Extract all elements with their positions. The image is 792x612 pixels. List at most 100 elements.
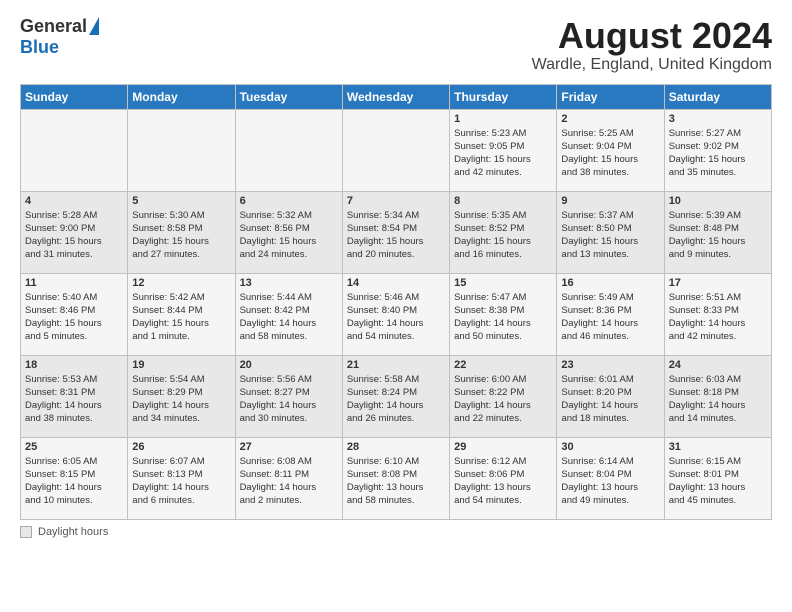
calendar-cell: 16 Sunrise: 5:49 AM Sunset: 8:36 PM Dayli… [557, 273, 664, 355]
calendar-cell: 2 Sunrise: 5:25 AM Sunset: 9:04 PM Daylig… [557, 109, 664, 191]
calendar-cell: 14 Sunrise: 5:46 AM Sunset: 8:40 PM Dayli… [342, 273, 449, 355]
day-number: 27 [240, 441, 338, 453]
calendar-cell: 24 Sunrise: 6:03 AM Sunset: 8:18 PM Dayli… [664, 355, 771, 437]
day-info: Sunrise: 6:07 AM Sunset: 8:13 PM Dayligh… [132, 455, 230, 508]
day-info: Sunrise: 5:53 AM Sunset: 8:31 PM Dayligh… [25, 373, 123, 426]
calendar-cell: 26Sunrise: 6:07 AM Sunset: 8:13 PM Dayli… [128, 437, 235, 519]
calendar-cell: 4Sunrise: 5:28 AM Sunset: 9:00 PM Daylig… [21, 191, 128, 273]
calendar-cell [342, 109, 449, 191]
day-info: Sunrise: 5:25 AM Sunset: 9:04 PM Dayligh… [561, 127, 659, 180]
day-number: 24 [669, 359, 767, 371]
day-info: Sunrise: 6:14 AM Sunset: 8:04 PM Dayligh… [561, 455, 659, 508]
day-info: Sunrise: 5:49 AM Sunset: 8:36 PM Dayligh… [561, 291, 659, 344]
day-number: 19 [132, 359, 230, 371]
day-info: Sunrise: 5:37 AM Sunset: 8:50 PM Dayligh… [561, 209, 659, 262]
calendar-day-header: Saturday [664, 84, 771, 109]
calendar-cell [235, 109, 342, 191]
header: General Blue August 2024 Wardle, England… [20, 16, 772, 74]
day-info: Sunrise: 6:12 AM Sunset: 8:06 PM Dayligh… [454, 455, 552, 508]
calendar-day-header: Monday [128, 84, 235, 109]
calendar-cell: 8 Sunrise: 5:35 AM Sunset: 8:52 PM Daylig… [450, 191, 557, 273]
day-number: 14 [347, 277, 445, 289]
daylight-legend-square [20, 526, 32, 538]
calendar-cell: 27 Sunrise: 6:08 AM Sunset: 8:11 PM Dayli… [235, 437, 342, 519]
day-info: Sunrise: 5:23 AM Sunset: 9:05 PM Dayligh… [454, 127, 552, 180]
calendar-cell: 25 Sunrise: 6:05 AM Sunset: 8:15 PM Dayli… [21, 437, 128, 519]
day-info: Sunrise: 5:30 AM Sunset: 8:58 PM Dayligh… [132, 209, 230, 262]
day-info: Sunrise: 6:00 AM Sunset: 8:22 PM Dayligh… [454, 373, 552, 426]
calendar-cell: 13 Sunrise: 5:44 AM Sunset: 8:42 PM Dayli… [235, 273, 342, 355]
day-info: Sunrise: 5:35 AM Sunset: 8:52 PM Dayligh… [454, 209, 552, 262]
day-number: 4 [25, 195, 123, 207]
calendar-cell: 21 Sunrise: 5:58 AM Sunset: 8:24 PM Dayli… [342, 355, 449, 437]
day-number: 5 [132, 195, 230, 207]
day-info: Sunrise: 5:40 AM Sunset: 8:46 PM Dayligh… [25, 291, 123, 344]
day-number: 11 [25, 277, 123, 289]
day-number: 18 [25, 359, 123, 371]
day-number: 17 [669, 277, 767, 289]
calendar-day-header: Wednesday [342, 84, 449, 109]
day-info: Sunrise: 6:01 AM Sunset: 8:20 PM Dayligh… [561, 373, 659, 426]
footer: Daylight hours [20, 526, 772, 538]
day-number: 29 [454, 441, 552, 453]
day-info: Sunrise: 5:32 AM Sunset: 8:56 PM Dayligh… [240, 209, 338, 262]
day-info: Sunrise: 5:27 AM Sunset: 9:02 PM Dayligh… [669, 127, 767, 180]
day-number: 16 [561, 277, 659, 289]
day-info: Sunrise: 5:58 AM Sunset: 8:24 PM Dayligh… [347, 373, 445, 426]
calendar-table: SundayMondayTuesdayWednesdayThursdayFrid… [20, 84, 772, 520]
calendar-cell [128, 109, 235, 191]
calendar-cell: 19 Sunrise: 5:54 AM Sunset: 8:29 PM Dayli… [128, 355, 235, 437]
day-number: 10 [669, 195, 767, 207]
calendar-cell: 7 Sunrise: 5:34 AM Sunset: 8:54 PM Daylig… [342, 191, 449, 273]
calendar-cell: 22Sunrise: 6:00 AM Sunset: 8:22 PM Dayli… [450, 355, 557, 437]
day-number: 3 [669, 113, 767, 125]
calendar-cell: 20Sunrise: 5:56 AM Sunset: 8:27 PM Dayli… [235, 355, 342, 437]
calendar-cell: 28 Sunrise: 6:10 AM Sunset: 8:08 PM Dayli… [342, 437, 449, 519]
day-number: 6 [240, 195, 338, 207]
day-number: 30 [561, 441, 659, 453]
day-number: 25 [25, 441, 123, 453]
daylight-label: Daylight hours [38, 526, 108, 538]
calendar-cell: 10 Sunrise: 5:39 AM Sunset: 8:48 PM Dayli… [664, 191, 771, 273]
day-number: 7 [347, 195, 445, 207]
day-info: Sunrise: 5:54 AM Sunset: 8:29 PM Dayligh… [132, 373, 230, 426]
calendar-cell: 1 Sunrise: 5:23 AM Sunset: 9:05 PM Daylig… [450, 109, 557, 191]
calendar-day-header: Tuesday [235, 84, 342, 109]
page: General Blue August 2024 Wardle, England… [0, 0, 792, 548]
day-number: 28 [347, 441, 445, 453]
calendar-week-row: 18 Sunrise: 5:53 AM Sunset: 8:31 PM Dayli… [21, 355, 772, 437]
calendar-cell [21, 109, 128, 191]
day-number: 1 [454, 113, 552, 125]
day-number: 15 [454, 277, 552, 289]
calendar-day-header: Friday [557, 84, 664, 109]
logo: General Blue [20, 16, 99, 58]
calendar-cell: 9Sunrise: 5:37 AM Sunset: 8:50 PM Daylig… [557, 191, 664, 273]
day-info: Sunrise: 6:05 AM Sunset: 8:15 PM Dayligh… [25, 455, 123, 508]
logo-blue-text: Blue [20, 37, 59, 58]
title-block: August 2024 Wardle, England, United King… [532, 16, 772, 74]
day-number: 2 [561, 113, 659, 125]
calendar-cell: 5 Sunrise: 5:30 AM Sunset: 8:58 PM Daylig… [128, 191, 235, 273]
location-subtitle: Wardle, England, United Kingdom [532, 56, 772, 74]
day-info: Sunrise: 6:08 AM Sunset: 8:11 PM Dayligh… [240, 455, 338, 508]
day-number: 31 [669, 441, 767, 453]
calendar-cell: 30 Sunrise: 6:14 AM Sunset: 8:04 PM Dayli… [557, 437, 664, 519]
day-info: Sunrise: 5:34 AM Sunset: 8:54 PM Dayligh… [347, 209, 445, 262]
calendar-week-row: 4Sunrise: 5:28 AM Sunset: 9:00 PM Daylig… [21, 191, 772, 273]
day-number: 21 [347, 359, 445, 371]
day-info: Sunrise: 6:10 AM Sunset: 8:08 PM Dayligh… [347, 455, 445, 508]
calendar-cell: 6 Sunrise: 5:32 AM Sunset: 8:56 PM Daylig… [235, 191, 342, 273]
day-info: Sunrise: 5:39 AM Sunset: 8:48 PM Dayligh… [669, 209, 767, 262]
day-info: Sunrise: 6:03 AM Sunset: 8:18 PM Dayligh… [669, 373, 767, 426]
day-number: 13 [240, 277, 338, 289]
day-number: 8 [454, 195, 552, 207]
day-info: Sunrise: 5:44 AM Sunset: 8:42 PM Dayligh… [240, 291, 338, 344]
day-info: Sunrise: 5:42 AM Sunset: 8:44 PM Dayligh… [132, 291, 230, 344]
day-number: 23 [561, 359, 659, 371]
day-info: Sunrise: 5:46 AM Sunset: 8:40 PM Dayligh… [347, 291, 445, 344]
calendar-cell: 31Sunrise: 6:15 AM Sunset: 8:01 PM Dayli… [664, 437, 771, 519]
calendar-week-row: 1 Sunrise: 5:23 AM Sunset: 9:05 PM Daylig… [21, 109, 772, 191]
day-info: Sunrise: 5:47 AM Sunset: 8:38 PM Dayligh… [454, 291, 552, 344]
calendar-cell: 23 Sunrise: 6:01 AM Sunset: 8:20 PM Dayli… [557, 355, 664, 437]
logo-triangle-icon [89, 17, 99, 35]
